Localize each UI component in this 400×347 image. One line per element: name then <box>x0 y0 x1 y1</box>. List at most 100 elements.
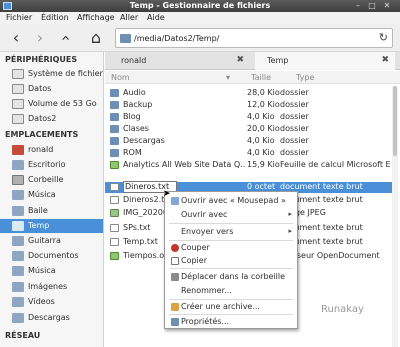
file-row[interactable]: Descargas 4,0 Kio dossier <box>105 136 395 147</box>
menu-aide[interactable]: Aide <box>147 13 165 22</box>
sidebar-item-ronald[interactable]: ronald <box>0 143 103 157</box>
maximize-button[interactable]: □ <box>367 1 377 11</box>
menu-affichage[interactable]: Affichage <box>77 13 115 22</box>
sidebar-item-guitarra[interactable]: Guitarra <box>0 234 103 248</box>
sidebar-item-label: Documentos <box>28 251 79 260</box>
sidebar-item-label: Datos2 <box>28 114 57 123</box>
refresh-icon[interactable]: ↻ <box>379 31 388 44</box>
copy-icon <box>171 257 179 265</box>
folder-icon <box>12 282 24 292</box>
menu-item-copy[interactable]: Copier <box>165 255 297 267</box>
menu-item-create-archive[interactable]: Créer une archive... <box>165 301 297 313</box>
menu-item-cut[interactable]: Couper <box>165 242 297 254</box>
file-row[interactable]: Clases 20,0 Kio dossier <box>105 124 395 135</box>
sidebar-item-musica[interactable]: Música <box>0 188 103 202</box>
tab-ronald[interactable]: ronald ✖ <box>109 52 250 70</box>
toolbar: ‹ › ‹ ⌂ /media/Datos2/Temp/ ↻ <box>0 24 400 52</box>
menu-item-label: Ouvrir avec « Mousepad » <box>181 196 286 205</box>
column-type[interactable]: Type <box>296 73 314 82</box>
folder-icon <box>12 190 24 200</box>
close-tab-icon[interactable]: ✖ <box>381 55 389 65</box>
sidebar-item-baile[interactable]: Baile <box>0 204 103 218</box>
sidebar-item-temp[interactable]: Temp <box>0 219 103 233</box>
menu-item-properties[interactable]: Propriétés... <box>165 316 297 328</box>
minimize-button[interactable]: – <box>353 1 363 11</box>
spreadsheet-icon <box>110 252 119 260</box>
back-button[interactable]: ‹ <box>6 29 26 47</box>
sidebar-item-label: Guitarra <box>28 236 61 245</box>
sidebar-item-label: Système de fichiers <box>28 69 104 78</box>
file-row[interactable]: Blog 4,0 Kio dossier <box>105 112 395 123</box>
folder-icon <box>110 101 119 109</box>
menu-fichier[interactable]: Fichier <box>6 13 32 22</box>
file-row[interactable]: Audio 28,0 Kio dossier <box>105 88 395 99</box>
sidebar-item-label: Datos <box>28 84 52 93</box>
sidebar-item-filesystem[interactable]: Système de fichiers <box>0 67 104 81</box>
file-type: dossier <box>280 148 309 157</box>
file-row[interactable]: ROM 4,0 Kio dossier <box>105 148 395 159</box>
column-size[interactable]: Taille <box>251 73 271 82</box>
menu-item-rename[interactable]: Renommer... <box>165 285 297 297</box>
sidebar-item-label: Descargas <box>28 313 70 322</box>
sidebar-item-imagenes[interactable]: Imágenes <box>0 280 103 294</box>
file-type: Feuille de calcul Microsoft E <box>280 160 391 169</box>
sidebar-item-escritorio[interactable]: Escritorio <box>0 158 103 172</box>
file-type: dossier <box>280 88 309 97</box>
sidebar-item-label: Volume de 53 Go <box>28 99 97 108</box>
folder-icon <box>120 34 131 43</box>
menu-item-label: Créer une archive... <box>181 302 260 311</box>
sidebar-item-videos[interactable]: Vídeos <box>0 295 103 309</box>
file-name: Blog <box>123 112 141 121</box>
file-size: 4,0 Kio <box>247 112 275 121</box>
sidebar-item-documentos[interactable]: Documentos <box>0 249 103 263</box>
close-button[interactable]: ✕ <box>382 1 392 11</box>
sidebar-item-musica-2[interactable]: Música <box>0 264 103 278</box>
tab-temp[interactable]: Temp ✖ <box>255 52 395 70</box>
menu-item-open-with[interactable]: Ouvrir avec ▸ <box>165 209 297 221</box>
folder-icon <box>12 297 24 307</box>
menu-item-move-to-trash[interactable]: Déplacer dans la corbeille <box>165 271 297 283</box>
sidebar: PÉRIPHÉRIQUES Système de fichiers Datos … <box>0 52 104 347</box>
cut-icon <box>171 244 179 252</box>
sidebar-item-datos[interactable]: Datos <box>0 82 103 96</box>
image-file-icon <box>110 209 119 217</box>
file-size: 12,0 Kio <box>247 100 280 109</box>
home-button[interactable]: ⌂ <box>86 29 106 47</box>
text-file-icon <box>110 224 119 232</box>
watermark: Runakay <box>321 304 364 315</box>
folder-icon <box>12 251 24 261</box>
file-size: 0 octet <box>247 182 276 191</box>
mouse-pointer-icon: ➤ <box>163 189 171 199</box>
menu-aller[interactable]: Aller <box>120 13 138 22</box>
folder-icon <box>12 160 24 170</box>
file-type: dossier <box>280 100 309 109</box>
scrollbar-thumb[interactable] <box>393 86 397 156</box>
sidebar-item-datos2[interactable]: Datos2 <box>0 112 103 126</box>
file-name: Backup <box>123 100 153 109</box>
menu-edition[interactable]: Édition <box>41 13 69 22</box>
text-file-icon <box>110 183 119 191</box>
drive-icon <box>12 69 24 79</box>
sidebar-item-descargas[interactable]: Descargas <box>0 311 103 325</box>
folder-icon <box>110 149 119 157</box>
close-tab-icon[interactable]: ✖ <box>236 55 244 65</box>
file-row[interactable]: Backup 12,0 Kio dossier <box>105 100 395 111</box>
menu-item-label: Déplacer dans la corbeille <box>181 272 286 281</box>
location-bar[interactable]: /media/Datos2/Temp/ ↻ <box>115 28 393 48</box>
menu-item-send-to[interactable]: Envoyer vers ▸ <box>165 226 297 238</box>
location-path[interactable]: /media/Datos2/Temp/ <box>134 34 219 43</box>
trash-icon <box>12 175 24 185</box>
sidebar-item-corbeille[interactable]: Corbeille <box>0 173 103 187</box>
parent-folder-button[interactable]: ‹ <box>57 28 76 48</box>
menu-item-open-with-mousepad[interactable]: Ouvrir avec « Mousepad » <box>165 195 297 207</box>
file-row[interactable]: Analytics All Web Site Data Q... 15,9 Ki… <box>105 160 395 171</box>
sidebar-item-volume[interactable]: Volume de 53 Go <box>0 97 103 111</box>
column-name[interactable]: Nom <box>111 73 130 82</box>
folder-icon <box>12 266 24 276</box>
vertical-scrollbar[interactable] <box>392 86 398 347</box>
mousepad-icon <box>171 197 179 205</box>
menu-item-label: Envoyer vers <box>181 227 234 236</box>
tab-label: Temp <box>267 56 289 65</box>
forward-button[interactable]: › <box>30 29 50 47</box>
file-type: dossier <box>280 112 309 121</box>
